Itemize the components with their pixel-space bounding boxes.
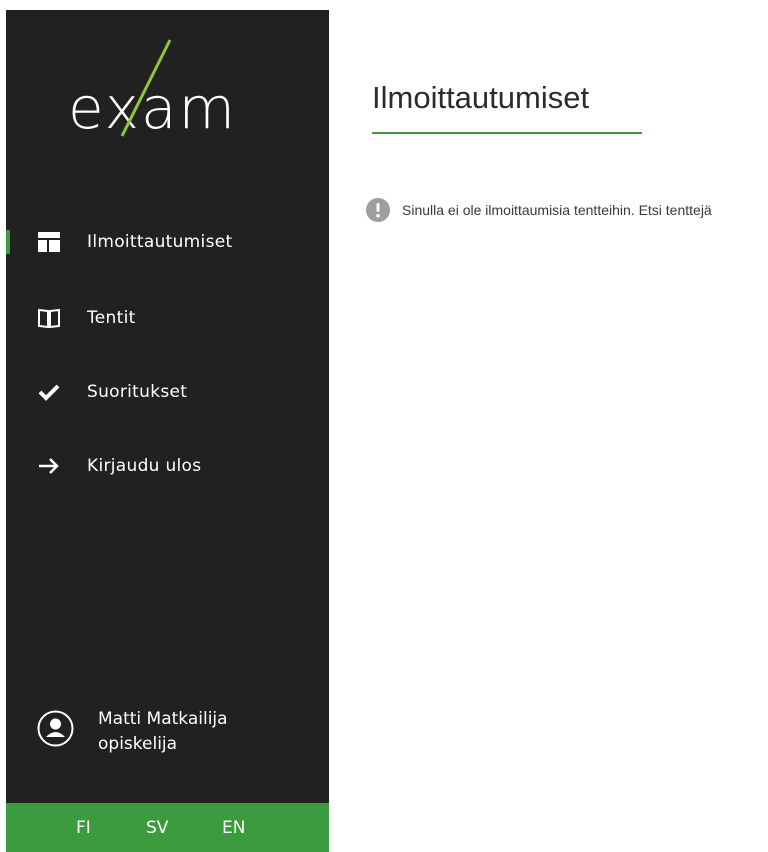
arrow-right-icon — [37, 454, 61, 478]
language-en[interactable]: EN — [222, 818, 245, 838]
logo-slash-icon — [120, 39, 172, 137]
notice-text: Sinulla ei ole ilmoittaumisia tentteihin… — [402, 202, 712, 218]
user-name: Matti Matkailija — [98, 709, 228, 729]
sidebar-item-label: Kirjaudu ulos — [87, 456, 202, 476]
sidebar-item-ilmoittautumiset[interactable]: Ilmoittautumiset — [6, 222, 329, 262]
sidebar: exam Ilmoittautumiset Tentit Suoritukset… — [6, 10, 329, 852]
dashboard-icon — [37, 230, 61, 254]
exclamation-icon — [366, 198, 390, 222]
empty-notice: Sinulla ei ole ilmoittaumisia tentteihin… — [366, 198, 768, 222]
sidebar-item-label: Suoritukset — [87, 382, 188, 402]
page-title: Ilmoittautumiset — [372, 80, 590, 115]
sidebar-item-kirjaudu-ulos[interactable]: Kirjaudu ulos — [6, 446, 329, 486]
sidebar-item-tentit[interactable]: Tentit — [6, 298, 329, 338]
book-icon — [37, 306, 61, 330]
user-avatar-icon — [37, 710, 74, 747]
active-indicator — [6, 230, 10, 254]
sidebar-item-suoritukset[interactable]: Suoritukset — [6, 372, 329, 412]
sidebar-item-label: Tentit — [87, 308, 136, 328]
sidebar-item-label: Ilmoittautumiset — [87, 232, 233, 252]
exam-logo[interactable]: exam — [68, 38, 268, 148]
user-role: opiskelija — [98, 734, 178, 754]
user-profile[interactable]: Matti Matkailija opiskelija — [6, 705, 329, 775]
language-sv[interactable]: SV — [146, 818, 168, 838]
title-underline — [372, 132, 642, 134]
checkmark-icon — [37, 380, 61, 404]
language-fi[interactable]: FI — [76, 818, 91, 838]
language-bar: FI SV EN — [6, 803, 329, 852]
